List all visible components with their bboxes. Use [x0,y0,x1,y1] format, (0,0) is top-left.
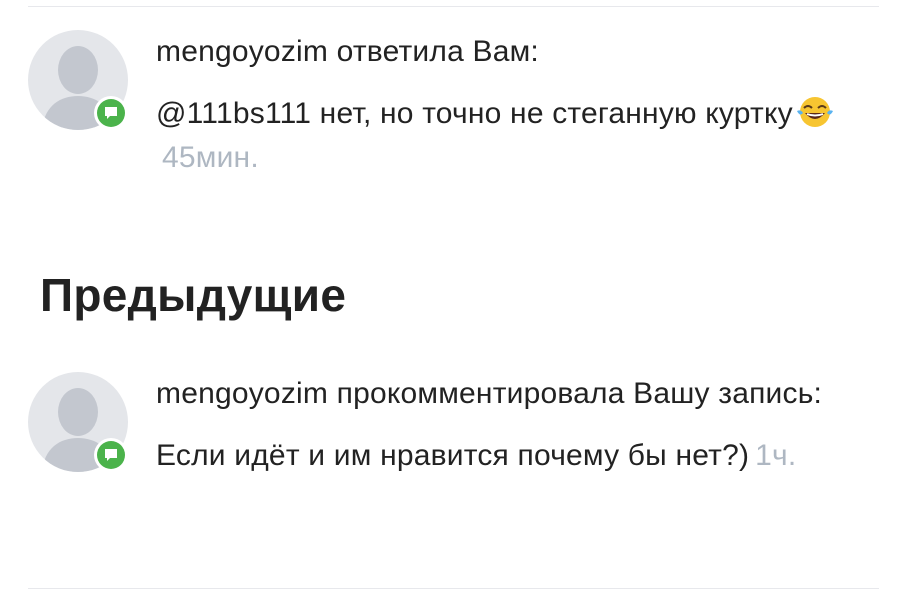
avatar[interactable] [28,30,128,130]
notification-headline: mengoyozim ответила Вам: [156,30,879,74]
top-divider [28,6,879,7]
comment-text: Если идёт и им нравится почему бы нет?) [156,439,750,472]
avatar[interactable] [28,372,128,472]
comment-icon [97,441,125,469]
notification-body: mengoyozim прокомментировала Вашу запись… [156,372,879,478]
timestamp: 45мин. [162,141,259,174]
author-name[interactable]: mengoyozim [156,377,328,410]
face-with-tears-of-joy-icon [795,95,835,129]
notification-action: ответила Вам: [336,35,539,68]
section-title-previous: Предыдущие [40,269,347,321]
notification-action: прокомментировала Вашу запись: [336,377,823,410]
author-name[interactable]: mengoyozim [156,35,328,68]
notifications-page: mengoyozim ответила Вам: @111bs111 нет, … [0,0,903,600]
comment-badge [94,96,128,130]
comment-badge [94,438,128,472]
bottom-divider [28,588,879,589]
notification-text: @111bs111 нет, но точно не стеганную кур… [156,92,879,180]
comment-text: @111bs111 нет, но точно не стеганную кур… [156,97,793,130]
comment-icon [97,99,125,127]
notification-body: mengoyozim ответила Вам: @111bs111 нет, … [156,30,879,180]
timestamp: 1ч. [755,439,797,472]
notification-headline: mengoyozim прокомментировала Вашу запись… [156,372,879,416]
notification-text: Если идёт и им нравится почему бы нет?) 1… [156,434,879,478]
